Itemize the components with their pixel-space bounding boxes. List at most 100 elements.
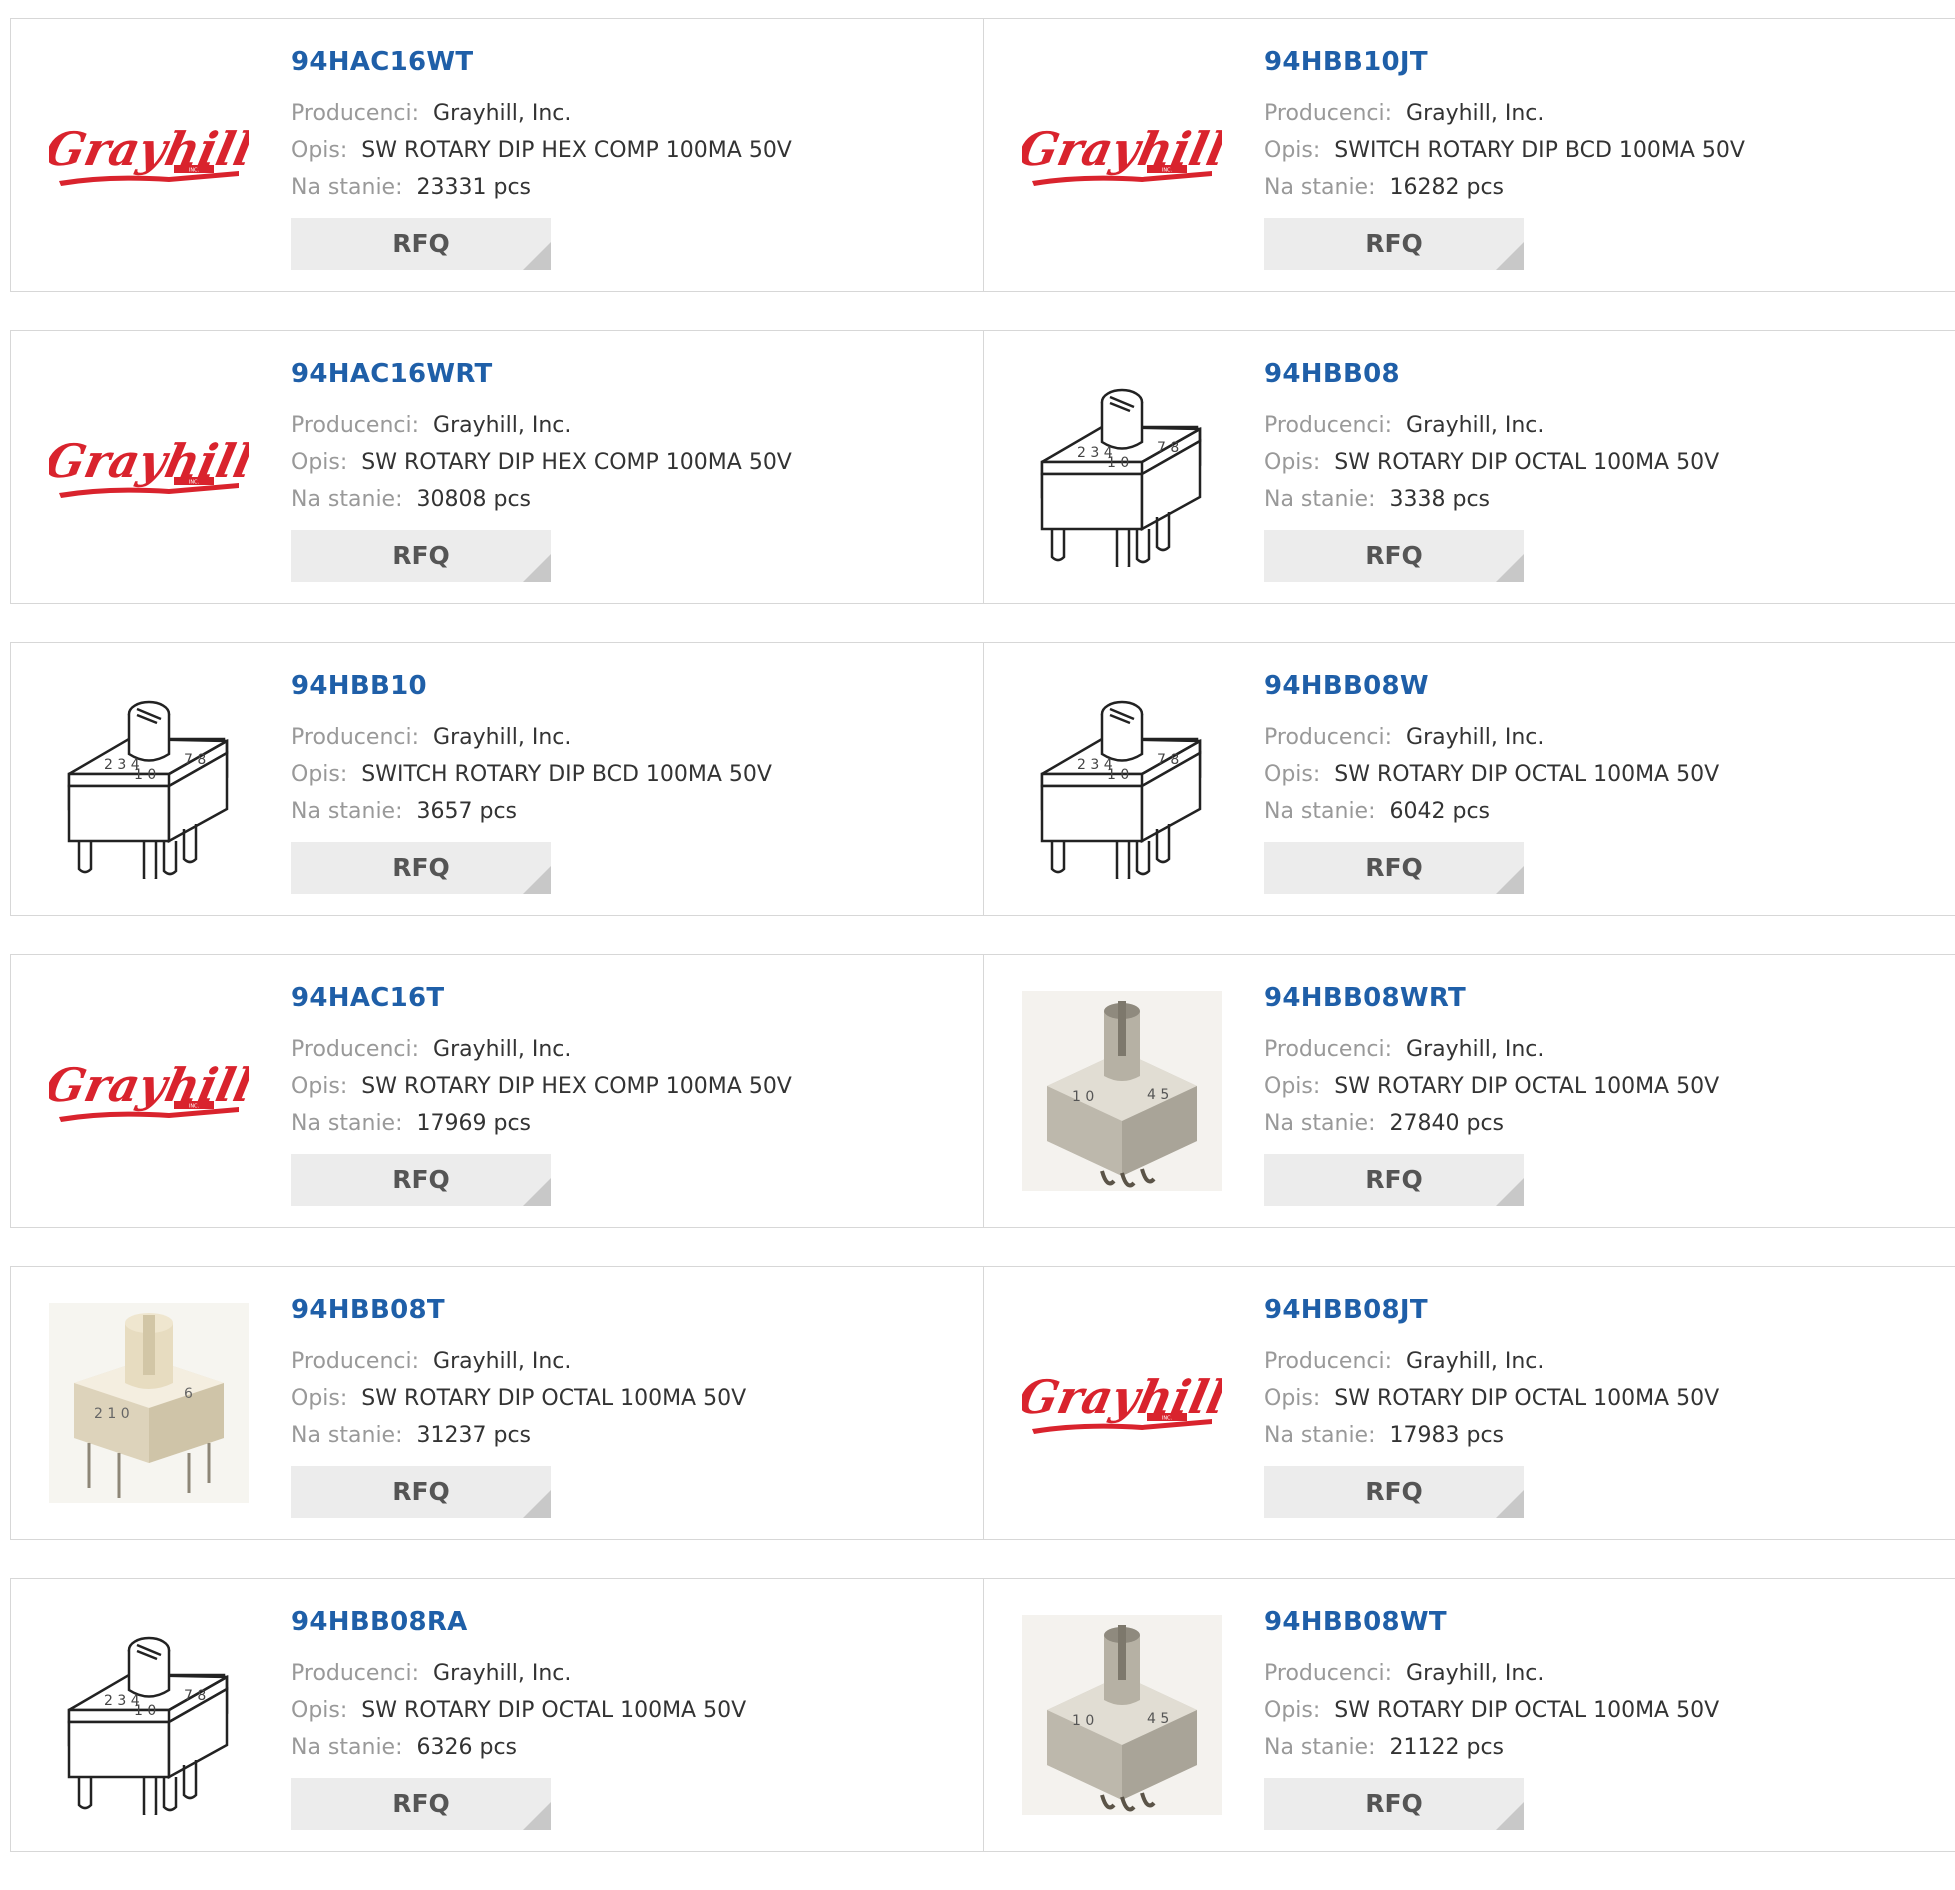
description-line: Opis: SW ROTARY DIP OCTAL 100MA 50V (1264, 1068, 1719, 1105)
part-number-link[interactable]: 94HAC16WRT (291, 359, 792, 389)
manufacturer-line: Producenci: Grayhill, Inc. (291, 1655, 746, 1692)
manufacturer-value: Grayhill, Inc. (1406, 1349, 1545, 1374)
manufacturer-line: Producenci: Grayhill, Inc. (1264, 1655, 1719, 1692)
manufacturer-logo[interactable]: Grayhill INC. (49, 55, 249, 255)
description-line: Opis: SWITCH ROTARY DIP BCD 100MA 50V (1264, 132, 1745, 169)
manufacturer-logo[interactable]: Grayhill INC. (49, 991, 249, 1191)
manufacturer-value: Grayhill, Inc. (1406, 101, 1545, 126)
rfq-button[interactable]: RFQ (1264, 1466, 1524, 1518)
manufacturer-line: Producenci: Grayhill, Inc. (291, 1343, 746, 1380)
product-image[interactable]: 2 3 4 7 8 1 0 (49, 679, 249, 879)
svg-text:4 5: 4 5 (1147, 1711, 1169, 1727)
description-line: Opis: SW ROTARY DIP HEX COMP 100MA 50V (291, 1068, 792, 1105)
part-number-link[interactable]: 94HAC16T (291, 983, 792, 1013)
rfq-label: RFQ (392, 541, 450, 570)
part-number-link[interactable]: 94HBB08W (1264, 671, 1719, 701)
svg-text:1 0: 1 0 (1107, 767, 1129, 783)
svg-text:Grayhill: Grayhill (49, 433, 249, 487)
manufacturer-logo[interactable]: Grayhill INC. (1022, 1303, 1222, 1503)
stock-value: 27840 pcs (1389, 1111, 1505, 1136)
manufacturer-label: Producenci: (291, 1037, 420, 1062)
rfq-button[interactable]: RFQ (1264, 218, 1524, 270)
part-number-link[interactable]: 94HBB08RA (291, 1607, 746, 1637)
rfq-button[interactable]: RFQ (291, 1778, 551, 1830)
stock-line: Na stanie: 6326 pcs (291, 1729, 746, 1766)
manufacturer-label: Producenci: (1264, 101, 1393, 126)
rfq-label: RFQ (392, 1165, 450, 1194)
stock-line: Na stanie: 31237 pcs (291, 1417, 746, 1454)
product-image[interactable]: 2 1 0 6 (49, 1303, 249, 1503)
corner-triangle-icon (1496, 554, 1524, 582)
part-number-link[interactable]: 94HBB08JT (1264, 1295, 1719, 1325)
rfq-label: RFQ (392, 1789, 450, 1818)
stock-value: 17969 pcs (416, 1111, 532, 1136)
rfq-button[interactable]: RFQ (291, 218, 551, 270)
stock-line: Na stanie: 3657 pcs (291, 793, 772, 830)
rfq-label: RFQ (1365, 1789, 1423, 1818)
rfq-label: RFQ (1365, 229, 1423, 258)
manufacturer-logo[interactable]: Grayhill INC. (49, 367, 249, 567)
stock-line: Na stanie: 27840 pcs (1264, 1105, 1719, 1142)
product-info: 94HBB10 Producenci: Grayhill, Inc. Opis: S… (291, 671, 772, 894)
manufacturer-label: Producenci: (1264, 413, 1393, 438)
product-info: 94HBB08WRT Producenci: Grayhill, Inc. Opi… (1264, 983, 1719, 1206)
rfq-button[interactable]: RFQ (291, 530, 551, 582)
manufacturer-value: Grayhill, Inc. (433, 101, 572, 126)
stock-label: Na stanie: (291, 175, 403, 200)
product-card: 2 3 4 7 8 1 0 94HBB08W Producenci: Grayhi… (983, 643, 1955, 915)
product-card: Grayhill INC. 94HAC16T Producenci: Grayhi… (11, 955, 983, 1227)
manufacturer-value: Grayhill, Inc. (433, 725, 572, 750)
stock-label: Na stanie: (1264, 799, 1376, 824)
manufacturer-line: Producenci: Grayhill, Inc. (291, 719, 772, 756)
manufacturer-line: Producenci: Grayhill, Inc. (1264, 719, 1719, 756)
product-info: 94HBB08 Producenci: Grayhill, Inc. Opis: S… (1264, 359, 1719, 582)
description-line: Opis: SW ROTARY DIP OCTAL 100MA 50V (1264, 444, 1719, 481)
corner-triangle-icon (1496, 1490, 1524, 1518)
corner-triangle-icon (523, 1178, 551, 1206)
svg-text:7 8: 7 8 (1157, 752, 1179, 768)
stock-value: 23331 pcs (416, 175, 532, 200)
part-number-link[interactable]: 94HBB10 (291, 671, 772, 701)
description-value: SW ROTARY DIP OCTAL 100MA 50V (361, 1698, 747, 1723)
part-number-link[interactable]: 94HBB10JT (1264, 47, 1745, 77)
manufacturer-label: Producenci: (1264, 1661, 1393, 1686)
manufacturer-label: Producenci: (1264, 1037, 1393, 1062)
part-number-link[interactable]: 94HBB08T (291, 1295, 746, 1325)
svg-text:1 0: 1 0 (134, 1703, 156, 1719)
svg-text:7 8: 7 8 (184, 1688, 206, 1704)
manufacturer-logo[interactable]: Grayhill INC. (1022, 55, 1222, 255)
corner-triangle-icon (1496, 242, 1524, 270)
rfq-button[interactable]: RFQ (1264, 1154, 1524, 1206)
rfq-button[interactable]: RFQ (1264, 530, 1524, 582)
product-image[interactable]: 2 3 4 7 8 1 0 (49, 1615, 249, 1815)
product-image[interactable]: 2 3 4 7 8 1 0 (1022, 367, 1222, 567)
product-image[interactable]: 2 3 4 7 8 1 0 (1022, 679, 1222, 879)
stock-value: 6042 pcs (1389, 799, 1491, 824)
rfq-button[interactable]: RFQ (291, 1466, 551, 1518)
part-number-link[interactable]: 94HBB08WT (1264, 1607, 1719, 1637)
product-card: Grayhill INC. 94HBB10JT Producenci: Grayh… (983, 19, 1955, 291)
rfq-button[interactable]: RFQ (291, 842, 551, 894)
product-card: 2 3 4 7 8 1 0 94HBB10 Producenci: Grayhil… (11, 643, 983, 915)
svg-text:INC.: INC. (1162, 1416, 1173, 1422)
corner-triangle-icon (1496, 1802, 1524, 1830)
rfq-button[interactable]: RFQ (1264, 842, 1524, 894)
manufacturer-label: Producenci: (1264, 1349, 1393, 1374)
rfq-button[interactable]: RFQ (291, 1154, 551, 1206)
svg-text:7 8: 7 8 (1157, 440, 1179, 456)
part-number-link[interactable]: 94HAC16WT (291, 47, 792, 77)
corner-triangle-icon (523, 242, 551, 270)
stock-line: Na stanie: 30808 pcs (291, 481, 792, 518)
stock-line: Na stanie: 17969 pcs (291, 1105, 792, 1142)
part-number-link[interactable]: 94HBB08 (1264, 359, 1719, 389)
rfq-button[interactable]: RFQ (1264, 1778, 1524, 1830)
corner-triangle-icon (523, 554, 551, 582)
manufacturer-label: Producenci: (291, 725, 420, 750)
manufacturer-line: Producenci: Grayhill, Inc. (1264, 1031, 1719, 1068)
description-value: SW ROTARY DIP OCTAL 100MA 50V (1334, 762, 1720, 787)
product-card: 2 3 4 7 8 1 0 94HBB08RA Producenci: Grayh… (11, 1579, 983, 1851)
product-image[interactable]: 1 0 4 5 (1022, 991, 1222, 1191)
svg-text:6: 6 (184, 1386, 193, 1402)
part-number-link[interactable]: 94HBB08WRT (1264, 983, 1719, 1013)
product-image[interactable]: 1 0 4 5 (1022, 1615, 1222, 1815)
